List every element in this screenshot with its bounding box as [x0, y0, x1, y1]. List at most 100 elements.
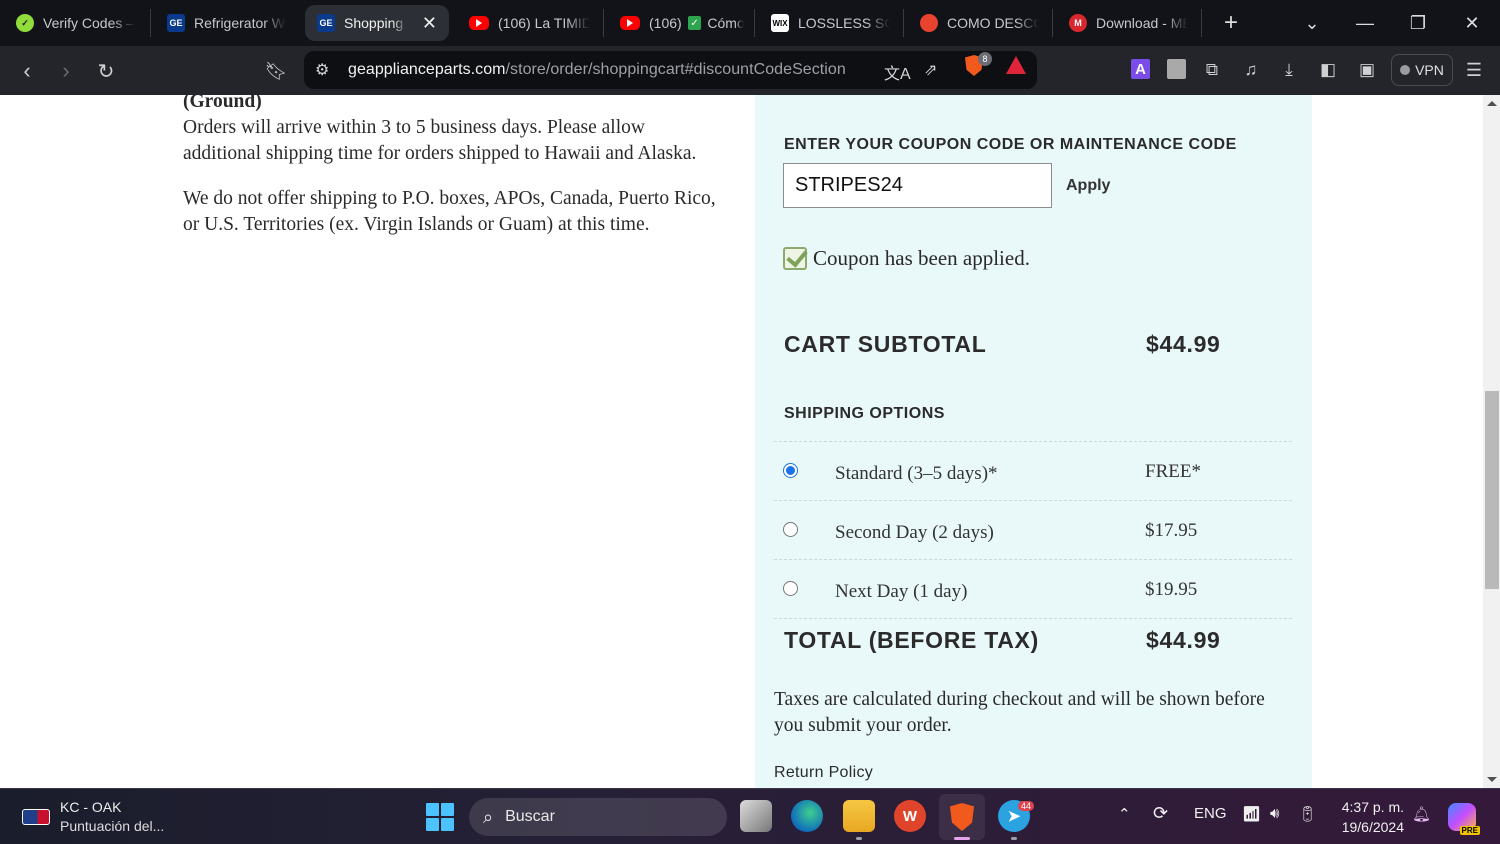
- extensions-puzzle-icon[interactable]: ⧉: [1201, 59, 1223, 81]
- menu-hamburger-icon[interactable]: ☰: [1463, 59, 1485, 81]
- battery-icon[interactable]: 🔋︎: [1298, 805, 1317, 823]
- close-window-icon[interactable]: ✕: [1446, 0, 1498, 46]
- coupon-applied-text: Coupon has been applied.: [813, 246, 1030, 270]
- copilot-preview-badge: PRE: [1459, 826, 1480, 835]
- brave-rewards-icon[interactable]: [1006, 56, 1026, 74]
- sidebar-toggle-icon[interactable]: ◧: [1317, 59, 1339, 81]
- tab-title: Download - ME: [1096, 15, 1188, 31]
- minimize-icon[interactable]: —: [1339, 0, 1391, 46]
- cart-subtotal-row: CART SUBTOTAL $44.99: [784, 331, 1234, 358]
- coupon-applied-message: Coupon has been applied.: [783, 246, 1030, 271]
- tab-lossless-scaling[interactable]: WIX LOSSLESS SCAL: [755, 5, 903, 41]
- tab-youtube-como[interactable]: (106) ✓ Cómo: [604, 5, 754, 41]
- total-before-tax-row: TOTAL (BEFORE TAX) $44.99: [784, 627, 1234, 654]
- shipping-radio-second-day[interactable]: [783, 522, 798, 537]
- tab-strip: ✓ Verify Codes — GE Refrigerator Wa GE S…: [0, 0, 1500, 46]
- search-placeholder: Buscar: [505, 808, 555, 825]
- tab-youtube-timida[interactable]: (106) La TIMIDA: [453, 5, 603, 41]
- bookmark-icon[interactable]: 🔖︎: [261, 56, 291, 86]
- checkmark-icon: [783, 247, 807, 270]
- tab-search-chevron-icon[interactable]: ⌄: [1286, 0, 1338, 46]
- url-text[interactable]: geapplianceparts.com/store/order/shoppin…: [348, 61, 846, 79]
- translate-icon[interactable]: 文A: [884, 60, 911, 84]
- cart-subtotal-amount: $44.99: [1146, 331, 1221, 357]
- widget-title: KC - OAK: [60, 799, 122, 815]
- back-button[interactable]: ‹: [12, 56, 42, 86]
- tab-title: COMO DESCON: [947, 15, 1039, 31]
- wallet-icon[interactable]: ▣: [1356, 59, 1378, 81]
- windows-start-icon[interactable]: [426, 803, 454, 831]
- site-settings-icon[interactable]: ⚙: [315, 60, 329, 80]
- notification-bell-icon[interactable]: 🔔︎: [1412, 805, 1431, 823]
- brave-taskbar-button[interactable]: [939, 794, 985, 840]
- shipping-radio-next-day[interactable]: [783, 581, 798, 596]
- shipping-option-price: $19.95: [1145, 579, 1198, 600]
- ge-icon: GE: [317, 14, 335, 32]
- page-scrollbar[interactable]: [1483, 95, 1500, 788]
- extension-hand-icon[interactable]: [1167, 59, 1186, 79]
- wix-icon: WIX: [771, 14, 789, 32]
- youtube-icon: [620, 16, 640, 30]
- running-indicator: [856, 837, 862, 840]
- tab-shopping-cart[interactable]: GE Shopping C ✕: [305, 5, 449, 41]
- tab-title: Verify Codes —: [43, 15, 135, 31]
- tab-mega-download[interactable]: M Download - ME: [1053, 5, 1201, 41]
- shipping-info: (Ground) Orders will arrive within 3 to …: [183, 95, 723, 257]
- shipping-option-next-day[interactable]: Next Day (1 day) $19.95: [774, 559, 1292, 618]
- sync-icon[interactable]: ⟳: [1153, 803, 1168, 824]
- ge-icon: GE: [167, 14, 185, 32]
- close-tab-icon[interactable]: ✕: [422, 13, 437, 34]
- vpn-status-icon: [1400, 65, 1411, 75]
- address-bar[interactable]: ⚙ geapplianceparts.com/store/order/shopp…: [304, 51, 1037, 89]
- coupon-code-input[interactable]: [783, 163, 1052, 208]
- extension-a-icon[interactable]: A: [1131, 59, 1150, 79]
- system-clock[interactable]: 4:37 p. m. 19/6/2024: [1336, 797, 1404, 837]
- share-icon[interactable]: ⇗: [924, 60, 937, 80]
- mega-icon: M: [1069, 14, 1087, 32]
- scroll-thumb[interactable]: [1485, 391, 1499, 589]
- scroll-down-arrow-icon[interactable]: [1487, 777, 1497, 782]
- order-summary-panel: ENTER YOUR COUPON CODE OR MAINTENANCE CO…: [755, 95, 1312, 788]
- media-music-icon[interactable]: ♫: [1240, 59, 1262, 81]
- vpn-label: VPN: [1415, 62, 1444, 78]
- tab-title: Refrigerator Wa: [194, 15, 286, 31]
- shipping-option-name: Next Day (1 day): [835, 581, 968, 602]
- wps-office-icon[interactable]: W: [894, 800, 926, 832]
- shipping-option-price: FREE*: [1145, 461, 1201, 482]
- tab-refrigerator[interactable]: GE Refrigerator Wa: [151, 5, 301, 41]
- show-hidden-icons-chevron-icon[interactable]: ⌃: [1118, 805, 1131, 823]
- tab-como-descon[interactable]: COMO DESCON: [904, 5, 1052, 41]
- copilot-icon[interactable]: PRE: [1448, 803, 1480, 835]
- taskbar-search[interactable]: ⌕ Buscar: [469, 798, 727, 836]
- shipping-radio-standard[interactable]: [783, 463, 798, 478]
- tab-title: LOSSLESS SCAL: [798, 15, 890, 31]
- shipping-option-price: $17.95: [1145, 520, 1198, 541]
- task-view-icon[interactable]: [740, 800, 772, 832]
- tab-verify-codes[interactable]: ✓ Verify Codes —: [0, 5, 150, 41]
- shipping-option-standard[interactable]: Standard (3–5 days)* FREE*: [774, 441, 1292, 500]
- news-widget[interactable]: KC - OAK Puntuación del...: [22, 798, 164, 836]
- total-amount: $44.99: [1146, 627, 1221, 653]
- downloads-icon[interactable]: ⤓: [1278, 59, 1300, 81]
- divider: [774, 618, 1292, 619]
- file-explorer-icon[interactable]: [843, 800, 875, 832]
- volume-icon[interactable]: 🔊︎: [1270, 805, 1279, 822]
- vpn-button[interactable]: VPN: [1391, 54, 1453, 86]
- scroll-up-arrow-icon[interactable]: [1487, 101, 1497, 106]
- youtube-icon: [469, 16, 489, 30]
- shipping-option-second-day[interactable]: Second Day (2 days) $17.95: [774, 500, 1292, 559]
- apply-coupon-button[interactable]: Apply: [1066, 177, 1110, 195]
- active-indicator: [954, 837, 970, 840]
- url-path: /store/order/shoppingcart#discountCodeSe…: [505, 61, 846, 78]
- language-indicator[interactable]: ENG: [1194, 805, 1227, 822]
- edge-icon[interactable]: [791, 800, 823, 832]
- check-icon: ✓: [687, 16, 702, 30]
- forward-button[interactable]: ›: [51, 56, 81, 86]
- new-tab-button[interactable]: +: [1216, 9, 1246, 37]
- shipping-options-list: Standard (3–5 days)* FREE* Second Day (2…: [774, 441, 1292, 619]
- return-policy-link[interactable]: Return Policy: [774, 764, 873, 782]
- reload-button[interactable]: ↻: [91, 56, 121, 86]
- shipping-restrictions-text: We do not offer shipping to P.O. boxes, …: [183, 188, 716, 235]
- restore-icon[interactable]: ❐: [1392, 0, 1444, 46]
- wifi-icon[interactable]: 📶︎: [1242, 805, 1261, 823]
